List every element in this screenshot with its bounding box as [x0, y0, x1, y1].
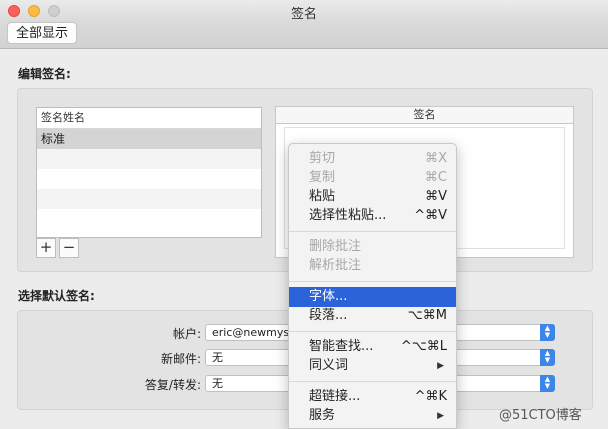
new-mail-value: 无	[212, 351, 223, 364]
signature-header: 签名	[276, 107, 573, 124]
list-item-empty	[37, 209, 261, 229]
menu-item-delete-comment[interactable]: 删除批注	[289, 237, 456, 257]
window-title: 签名	[290, 7, 317, 22]
signature-name-list: 签名姓名 标准	[36, 107, 262, 238]
menu-separator	[289, 231, 456, 232]
submenu-arrow-icon: ▶	[437, 411, 444, 421]
list-item-empty	[37, 149, 261, 169]
menu-separator	[289, 381, 456, 382]
menu-item-services[interactable]: 服务 ▶	[289, 406, 456, 426]
menu-item-resolve-comment[interactable]: 解析批注	[289, 256, 456, 276]
menu-item-copy[interactable]: 复制 ⌘C	[289, 168, 456, 188]
new-mail-label: 新邮件:	[160, 352, 201, 366]
menu-item-synonyms[interactable]: 同义词 ▶	[289, 356, 456, 376]
list-item-empty	[37, 189, 261, 209]
show-all-button[interactable]: 全部显示	[7, 22, 78, 44]
select-arrows-icon: ▲ ▼	[540, 349, 555, 366]
watermark: @51CTO博客	[499, 408, 582, 423]
title-bar: 签名	[0, 0, 608, 22]
list-item-empty	[37, 169, 261, 189]
list-item[interactable]: 标准	[37, 129, 261, 149]
menu-separator	[289, 331, 456, 332]
account-value: eric@newmys	[212, 326, 290, 339]
add-signature-button[interactable]: +	[36, 238, 56, 258]
select-arrows-icon: ▲ ▼	[540, 375, 555, 392]
reply-forward-value: 无	[212, 377, 223, 390]
submenu-arrow-icon: ▶	[437, 361, 444, 371]
list-header: 签名姓名	[37, 108, 261, 129]
context-menu: 剪切 ⌘X 复制 ⌘C 粘贴 ⌘V 选择性粘贴... ^⌘V 删除批注 解析批注…	[288, 143, 457, 429]
edit-signatures-label: 编辑签名:	[18, 67, 71, 81]
reply-forward-label: 答复/转发:	[144, 378, 201, 392]
toolbar: 全部显示	[0, 22, 608, 49]
menu-separator	[289, 281, 456, 282]
menu-item-hyperlink[interactable]: 超链接... ^⌘K	[289, 387, 456, 407]
menu-item-paste-special[interactable]: 选择性粘贴... ^⌘V	[289, 206, 456, 226]
menu-item-cut[interactable]: 剪切 ⌘X	[289, 149, 456, 169]
select-arrows-icon: ▲ ▼	[540, 324, 555, 341]
menu-item-smart-lookup[interactable]: 智能查找... ^⌥⌘L	[289, 337, 456, 357]
menu-item-font[interactable]: 字体...	[289, 287, 456, 307]
menu-item-paste[interactable]: 粘贴 ⌘V	[289, 187, 456, 207]
remove-signature-button[interactable]: −	[59, 238, 79, 258]
choose-default-signature-label: 选择默认签名:	[18, 289, 95, 303]
account-label: 帐户:	[172, 327, 201, 341]
menu-item-paragraph[interactable]: 段落... ⌥⌘M	[289, 306, 456, 326]
